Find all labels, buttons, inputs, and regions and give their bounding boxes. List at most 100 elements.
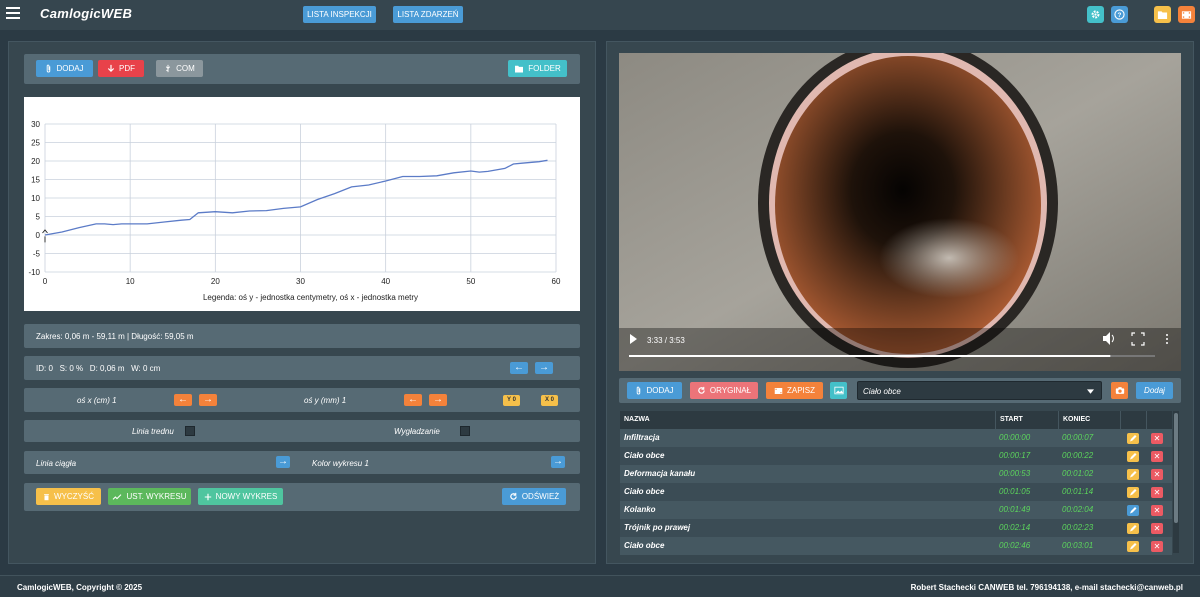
- com-button[interactable]: COM: [156, 60, 203, 77]
- help-button[interactable]: ?: [1111, 6, 1128, 23]
- pencil-icon: [1130, 471, 1137, 478]
- edit-button[interactable]: [1127, 505, 1139, 516]
- chart-color-toggle[interactable]: →: [551, 456, 565, 468]
- table-row[interactable]: Kolanko 00:01:49 00:02:04 ✕: [620, 501, 1172, 519]
- folder-button[interactable]: FOLDER: [508, 60, 567, 77]
- pencil-icon: [1130, 453, 1137, 460]
- edit-button[interactable]: [1127, 487, 1139, 498]
- edit-button[interactable]: [1127, 451, 1139, 462]
- x-axis-right-button[interactable]: →: [199, 394, 217, 406]
- edit-button[interactable]: [1127, 469, 1139, 480]
- refresh-button[interactable]: ODŚWIEŻ: [502, 488, 566, 505]
- y-axis-left-button[interactable]: ←: [404, 394, 422, 406]
- x-zero-button[interactable]: X 0: [541, 395, 558, 406]
- nav-events-list-button[interactable]: LISTA ZDARZEŃ: [393, 6, 463, 23]
- table-header: NAZWA START KONIEC: [620, 411, 1172, 429]
- edit-button[interactable]: [1127, 433, 1139, 444]
- x-tick-label: 50: [466, 277, 475, 286]
- x-tick-label: 60: [552, 277, 561, 286]
- x-tick-label: 0: [43, 277, 48, 286]
- delete-button[interactable]: ✕: [1151, 523, 1163, 534]
- delete-button[interactable]: ✕: [1151, 487, 1163, 498]
- close-icon: ✕: [1153, 542, 1161, 551]
- video-progress-bar[interactable]: [629, 355, 1111, 357]
- solid-line-toggle[interactable]: →: [276, 456, 290, 468]
- event-name: Deformacja kanału: [624, 469, 696, 478]
- y-axis-label: oś y (mm) 1: [304, 396, 347, 405]
- trend-line-checkbox[interactable]: [185, 426, 195, 436]
- add-event-small-button[interactable]: Dodaj: [1136, 382, 1173, 399]
- header-delete: [1146, 411, 1151, 429]
- chart-area: -10 -5 0 5 10 15 20 25 30 0 10 20 30 40 50 60 Legenda: o…: [24, 97, 580, 311]
- y-zero-button[interactable]: Y 0: [503, 395, 520, 406]
- help-icon: ?: [1114, 9, 1125, 20]
- folder-icon: [1157, 10, 1168, 19]
- open-folder-button[interactable]: [1154, 6, 1171, 23]
- trend-row: Linia trednu Wygładzanie: [24, 420, 580, 442]
- stats-prev-button[interactable]: ←: [510, 362, 528, 374]
- line-style-row: Linia ciągła → Kolor wykresu 1 →: [24, 451, 580, 474]
- table-row[interactable]: Deformacja kanału 00:00:53 00:01:02 ✕: [620, 465, 1172, 483]
- pdf-button[interactable]: PDF: [98, 60, 144, 77]
- header-start: START: [995, 411, 1023, 429]
- close-icon: ✕: [1153, 452, 1161, 461]
- smoothing-checkbox[interactable]: [460, 426, 470, 436]
- delete-button[interactable]: ✕: [1151, 433, 1163, 444]
- x-tick-label: 10: [126, 277, 135, 286]
- table-row[interactable]: Ciało obce 00:00:17 00:00:22 ✕: [620, 447, 1172, 465]
- y-tick-label: 0: [36, 231, 41, 240]
- film-icon: [774, 387, 783, 394]
- y-tick-label: 15: [31, 176, 40, 185]
- header-name: NAZWA: [624, 416, 650, 423]
- event-add-button[interactable]: DODAJ: [627, 382, 682, 399]
- video-time: 3:33 / 3:53: [647, 336, 685, 345]
- original-button[interactable]: ORYGINAŁ: [690, 382, 758, 399]
- x-tick-label: 30: [296, 277, 305, 286]
- range-row: Zakres: 0,06 m - 59,11 m | Długość: 59,0…: [24, 324, 580, 348]
- y-tick-label: 25: [31, 139, 40, 148]
- delete-button[interactable]: ✕: [1151, 469, 1163, 480]
- video-player[interactable]: 3:33 / 3:53: [619, 53, 1181, 371]
- film-icon: [1181, 10, 1192, 19]
- event-end: 00:02:04: [1062, 505, 1094, 514]
- stats-next-button[interactable]: →: [535, 362, 553, 374]
- settings-button[interactable]: [1087, 6, 1104, 23]
- event-name: Kolanko: [624, 505, 656, 514]
- table-row[interactable]: Trójnik po prawej 00:02:14 00:02:23 ✕: [620, 519, 1172, 537]
- video-toolbar: DODAJ ORYGINAŁ ZAPISZ Ciało obce Dodaj: [619, 378, 1181, 403]
- pencil-icon: [1130, 489, 1137, 496]
- chart-settings-button[interactable]: UST. WYKRESU: [108, 488, 191, 505]
- range-text: Zakres: 0,06 m - 59,11 m | Długość: 59,0…: [36, 332, 194, 341]
- close-icon: ✕: [1153, 488, 1161, 497]
- delete-button[interactable]: ✕: [1151, 541, 1163, 552]
- new-chart-button[interactable]: NOWY WYKRES: [198, 488, 283, 505]
- camera-button[interactable]: [1111, 382, 1128, 399]
- event-name: Ciało obce: [624, 541, 665, 550]
- event-type-select[interactable]: Ciało obce: [857, 381, 1102, 400]
- x-axis-left-button[interactable]: ←: [174, 394, 192, 406]
- table-scrollbar[interactable]: [1173, 411, 1179, 553]
- film-button[interactable]: [1178, 6, 1195, 23]
- table-row[interactable]: Ciało obce 00:02:46 00:03:01 ✕: [620, 537, 1172, 555]
- delete-button[interactable]: ✕: [1151, 505, 1163, 516]
- save-button[interactable]: ZAPISZ: [766, 382, 823, 399]
- solid-line-label: Linia ciągła: [36, 459, 77, 468]
- edit-button[interactable]: [1127, 523, 1139, 534]
- edit-button[interactable]: [1127, 541, 1139, 552]
- event-start: 00:00:53: [999, 469, 1031, 478]
- add-button[interactable]: DODAJ: [36, 60, 93, 77]
- delete-button[interactable]: ✕: [1151, 451, 1163, 462]
- snapshot-button[interactable]: [830, 382, 847, 399]
- y-axis-right-button[interactable]: →: [429, 394, 447, 406]
- paperclip-icon: [47, 64, 51, 73]
- table-row[interactable]: Ciało obce 00:01:05 00:01:14 ✕: [620, 483, 1172, 501]
- event-start: 00:01:49: [999, 505, 1031, 514]
- scrollbar-thumb[interactable]: [1174, 413, 1178, 523]
- svg-text:?: ?: [1118, 12, 1122, 19]
- menu-icon[interactable]: [6, 7, 20, 21]
- table-row[interactable]: Infiltracja 00:00:00 00:00:07 ✕: [620, 429, 1172, 447]
- clear-button[interactable]: WYCZYŚĆ: [36, 488, 101, 505]
- nav-inspection-list-button[interactable]: LISTA INSPEKCJI: [303, 6, 376, 23]
- image-icon: [833, 386, 844, 395]
- chart-color-label: Kolor wykresu 1: [312, 459, 369, 468]
